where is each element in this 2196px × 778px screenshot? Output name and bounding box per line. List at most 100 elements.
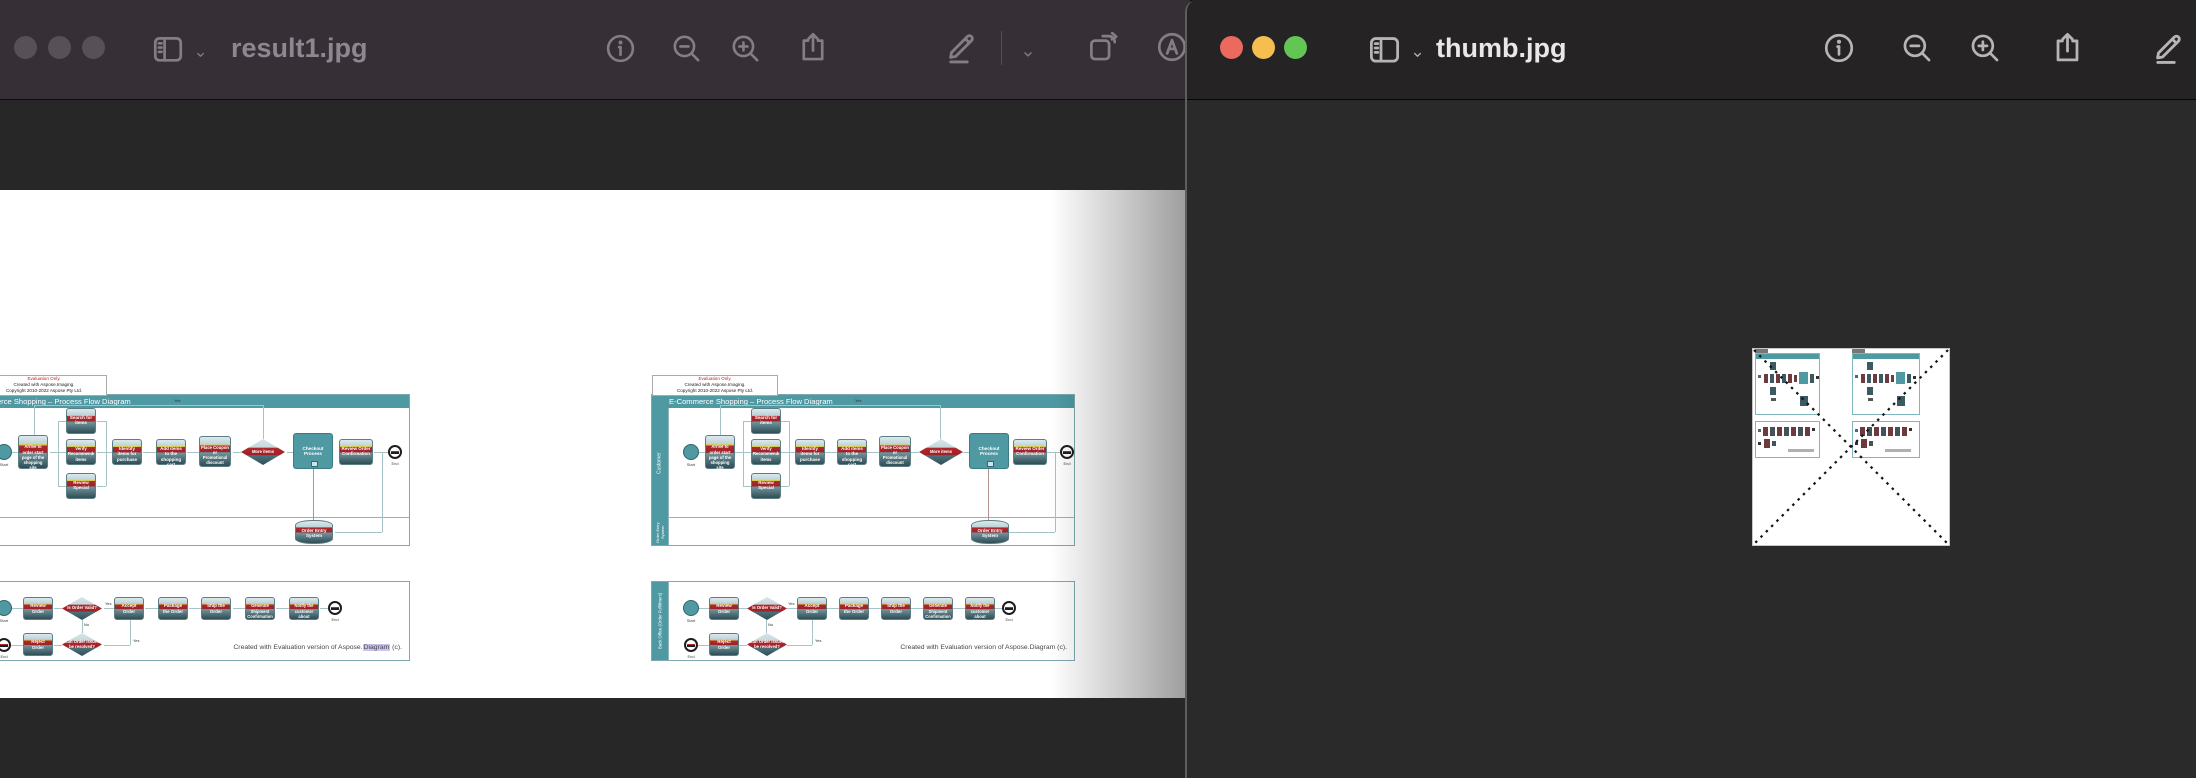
datastore-cylinder: Order Entry System <box>971 520 1009 544</box>
connector <box>781 421 789 422</box>
end-node-label: End <box>323 617 347 622</box>
connector <box>276 608 289 609</box>
diagram-title: E-Commerce Shopping – Process Flow Diagr… <box>652 395 1074 408</box>
chevron-down-icon[interactable] <box>1010 36 1046 72</box>
connector <box>97 421 106 422</box>
process-box: Identify items for purchase <box>795 439 825 465</box>
highlight-icon <box>1155 30 1189 64</box>
preview-window-thumb: thumb.jpg <box>1185 0 2196 778</box>
process-box: Add items to the shopping cart <box>837 439 867 465</box>
process-box-label: Search for items <box>68 415 94 425</box>
minimize-button[interactable] <box>1252 36 1275 59</box>
diagram-title-bar: E-Commerce Shopping – Process Flow Diagr… <box>0 395 409 408</box>
connector <box>34 405 35 435</box>
end-node-label: End <box>1055 461 1075 466</box>
share-icon <box>2050 30 2085 65</box>
process-box-label: Accept Order <box>116 603 142 613</box>
connector-label: Yes <box>815 639 822 644</box>
chevron-down-icon[interactable] <box>182 36 218 72</box>
process-box-label: Package the Order <box>160 603 186 613</box>
process-box: Review Order Confirmation <box>339 439 373 465</box>
connector <box>313 469 314 520</box>
process-box-label: Ship the Order <box>883 603 909 613</box>
minimize-button[interactable] <box>48 36 71 59</box>
process-box-label: Generate Shipment Confirmation <box>925 603 951 619</box>
swimlane-label: Order Entry System <box>652 518 669 546</box>
connector <box>58 486 66 487</box>
process-box-label: Accept Order <box>799 603 825 613</box>
evaluation-watermark: Evaluation Only.Created with Aspose.Imag… <box>0 375 107 396</box>
info-icon <box>604 32 637 65</box>
subprocess-marker <box>987 461 994 467</box>
connector <box>233 452 241 453</box>
connector <box>104 608 114 609</box>
info-icon[interactable] <box>602 30 638 66</box>
process-box: Ship the Order <box>201 597 231 620</box>
sidebar-icon[interactable] <box>150 31 186 67</box>
connector <box>187 452 199 453</box>
flow-diagram-bottom: YesNoYesStartReview OrderIs Order Valid?… <box>0 581 410 661</box>
process-box: Package the Order <box>158 597 188 620</box>
connector <box>58 421 66 422</box>
process-box-label: Review Order Confirmation <box>1015 446 1045 456</box>
sidebar-icon[interactable] <box>1366 31 1402 67</box>
connector <box>263 405 264 439</box>
connector <box>911 608 923 609</box>
document-canvas: Evaluation Only.Created with Aspose.Imag… <box>0 190 1185 698</box>
sidebar-icon <box>1367 32 1402 67</box>
info-icon[interactable] <box>1821 30 1857 66</box>
process-box: Place Coupon or Promotional discount <box>879 436 911 467</box>
connector <box>781 452 795 453</box>
process-box-label: Review Special <box>753 480 779 490</box>
thumbnail-image <box>1752 348 1950 546</box>
share-icon[interactable] <box>795 29 831 65</box>
end-node-band <box>1063 451 1071 454</box>
connector <box>953 608 965 609</box>
window-title: thumb.jpg <box>1436 33 1566 64</box>
start-node <box>683 600 699 616</box>
flow-diagram-bottom: Back Office (Order Fulfillment)YesNoYesS… <box>651 581 1075 661</box>
connector <box>697 645 709 646</box>
zoom-in-icon[interactable] <box>1967 30 2003 66</box>
zoom-out-icon[interactable] <box>1899 30 1935 66</box>
fullscreen-button[interactable] <box>82 36 105 59</box>
close-button[interactable] <box>1220 36 1243 59</box>
markup-icon[interactable] <box>2151 28 2187 64</box>
markup-icon <box>2151 28 2187 65</box>
connector <box>789 421 790 486</box>
process-box: Add items to the shopping cart <box>156 439 186 465</box>
connector-label: No <box>84 623 89 628</box>
decision-diamond: Is Order Valid? <box>747 597 787 620</box>
connector <box>827 608 839 609</box>
process-box-label: Arrive to order start page of the shoppi… <box>20 444 46 470</box>
process-box-label: Notify the customer about shipment <box>967 603 993 624</box>
process-box-label: Add items to the shopping cart <box>158 446 184 467</box>
decision-diamond: Can Order issues be resolved? <box>62 633 102 656</box>
connector <box>766 620 767 633</box>
connector <box>335 532 382 533</box>
watermark-line: Copyright 2010-2022 Aspose Pty Ltd. <box>0 388 106 394</box>
process-box-label: Search for items <box>753 415 779 425</box>
fullscreen-button[interactable] <box>1284 36 1307 59</box>
end-node <box>1002 601 1016 615</box>
toolbar-divider <box>1001 31 1002 65</box>
start-node-label: Start <box>0 462 16 467</box>
markup-icon[interactable] <box>944 28 980 64</box>
zoom-out-icon[interactable] <box>668 30 704 66</box>
connector <box>787 645 812 646</box>
connector-label: No <box>768 623 773 628</box>
close-button[interactable] <box>14 36 37 59</box>
chevron-down-icon[interactable] <box>1399 36 1435 72</box>
evaluation-watermark: Evaluation Only.Created with Aspose.Imag… <box>652 375 778 396</box>
diagram-page: Evaluation Only.Created with Aspose.Imag… <box>0 381 410 671</box>
rotate-icon[interactable] <box>1084 29 1120 65</box>
decision-diamond: More items <box>241 439 285 465</box>
zoom-in-icon[interactable] <box>727 30 763 66</box>
share-icon[interactable] <box>2049 29 2085 65</box>
end-node-band <box>391 451 399 454</box>
process-box-label: Review Order Confirmation <box>341 446 371 456</box>
process-box: Accept Order <box>114 597 144 620</box>
process-box-label: Review Order <box>25 603 51 613</box>
process-box: Notify the customer about shipment <box>965 597 995 620</box>
process-box-label: Arrive to order start page of the shoppi… <box>707 444 733 470</box>
